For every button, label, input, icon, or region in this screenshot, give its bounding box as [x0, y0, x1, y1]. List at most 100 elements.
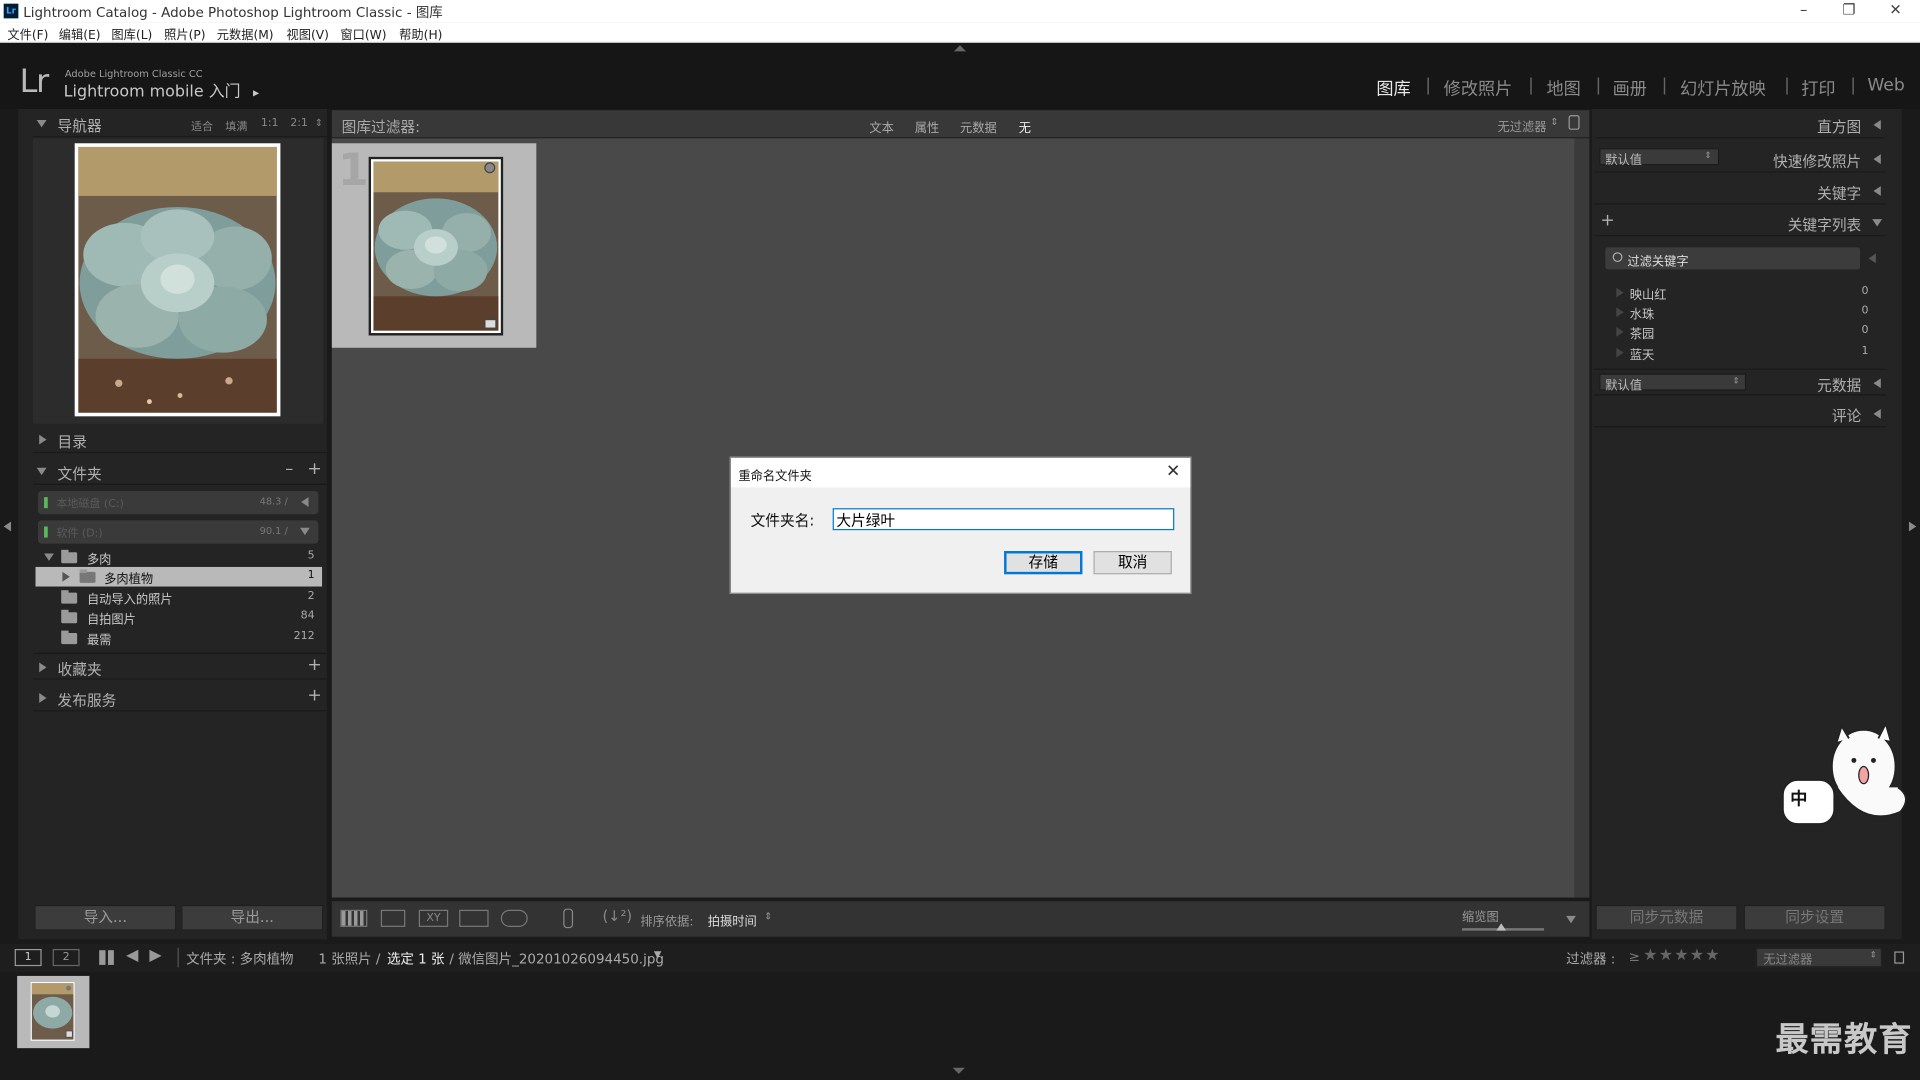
filmstrip-filter-select[interactable]: 无过滤器 [1755, 947, 1883, 968]
folders-header[interactable]: 文件夹 – + [33, 458, 327, 485]
catalog-header[interactable]: 目录 [33, 426, 327, 454]
menu-library[interactable]: 图库(L) [111, 24, 152, 42]
menu-help[interactable]: 帮助(H) [399, 24, 442, 42]
module-slideshow[interactable]: 幻灯片放映 [1680, 76, 1766, 100]
import-button[interactable]: 导入... [34, 904, 177, 931]
thumbnail-size-slider-handle[interactable] [1496, 923, 1507, 931]
publish-header[interactable]: 发布服务 + [33, 684, 327, 712]
metadata-preset-select[interactable]: 默认值 [1599, 373, 1747, 393]
keyword-row[interactable]: 映山红 0 [1604, 283, 1876, 302]
nav-opt-fit[interactable]: 适合 [191, 118, 213, 133]
filter-preset-select[interactable]: 无过滤器 [1498, 116, 1547, 134]
folder-row-selfie[interactable]: 自拍图片 84 [36, 607, 323, 627]
keyword-list-header[interactable]: + 关键字列表 [1594, 209, 1886, 237]
dialog-close-button[interactable]: ✕ [1166, 462, 1180, 482]
add-folder-button[interactable]: + [307, 459, 321, 479]
nav-opt-fill[interactable]: 填满 [225, 118, 247, 133]
keywording-header[interactable]: 关键字 [1594, 178, 1886, 205]
keyword-row[interactable]: 蓝天 1 [1604, 343, 1876, 362]
survey-view-icon[interactable] [459, 909, 489, 927]
filter-lock-icon[interactable] [1894, 951, 1905, 964]
module-map[interactable]: 地图 [1547, 76, 1581, 100]
minimize-button[interactable]: – [1782, 1, 1826, 18]
folder-row-duorou-zhiwu[interactable]: 多肉植物 1 [35, 566, 323, 587]
module-book[interactable]: 画册 [1613, 76, 1647, 100]
sort-value-select[interactable]: 拍摄时间 [708, 911, 757, 929]
top-panel-toggle-icon[interactable] [953, 45, 967, 52]
filter-none-tab[interactable]: 无 [1019, 118, 1031, 135]
forward-arrow-icon[interactable]: ▶ [149, 947, 161, 965]
volume-toggle-icon[interactable] [300, 527, 310, 536]
sync-settings-button[interactable]: 同步设置 [1743, 904, 1886, 931]
close-window-button[interactable]: ✕ [1873, 1, 1917, 18]
add-collection-button[interactable]: + [307, 655, 321, 675]
menu-photo[interactable]: 照片(P) [164, 24, 205, 42]
module-web[interactable]: Web [1867, 76, 1904, 96]
restore-button[interactable]: ❐ [1827, 1, 1871, 18]
grid-view-icon[interactable] [340, 909, 368, 927]
right-panel-toggle-icon[interactable] [1908, 519, 1917, 535]
collections-header[interactable]: 收藏夹 + [33, 652, 327, 680]
compare-view-icon[interactable]: XY [418, 909, 449, 927]
mobile-getting-started-link[interactable]: Lightroom mobile 入门 ▸ [64, 78, 259, 101]
source-path[interactable]: 文件夹 : 多肉植物 [186, 949, 293, 969]
quick-develop-header[interactable]: 默认值 ⇕ 快速修改照片 [1594, 146, 1886, 173]
filter-lock-icon[interactable] [1568, 115, 1580, 130]
add-keyword-button[interactable]: + [1600, 211, 1614, 231]
menu-window[interactable]: 窗口(W) [340, 24, 386, 42]
keyword-filter-clear-icon[interactable] [1868, 253, 1876, 264]
nav-opt-2to1[interactable]: 2:1 [290, 118, 308, 130]
folder-row-duorou[interactable]: 多肉 5 [36, 547, 323, 567]
screen-1-button[interactable]: 1 [14, 948, 42, 967]
filter-attribute-tab[interactable]: 属性 [915, 118, 939, 135]
folder-name-input[interactable] [832, 508, 1175, 531]
painter-spray-icon[interactable] [563, 908, 574, 929]
remove-folder-button[interactable]: – [285, 460, 293, 478]
save-button[interactable]: 存储 [1004, 551, 1083, 575]
screen-2-button[interactable]: 2 [52, 948, 80, 967]
module-develop[interactable]: 修改照片 [1444, 76, 1513, 100]
module-print[interactable]: 打印 [1801, 76, 1835, 100]
rating-comparator[interactable]: ≥ [1629, 949, 1640, 965]
navigator-header[interactable]: 导航器 适合 填满 1:1 2:1 ⇕ [33, 110, 327, 138]
navigator-preview[interactable] [33, 138, 324, 424]
grid-shortcut-icon[interactable] [99, 950, 114, 965]
add-publish-service-button[interactable]: + [307, 686, 321, 706]
filmstrip-thumbnail[interactable] [17, 975, 90, 1049]
saved-preset-select[interactable]: 默认值 [1599, 148, 1720, 168]
grid-cell-selected[interactable]: 1 [331, 143, 537, 348]
toolbar-menu-icon[interactable] [1566, 915, 1576, 924]
keyword-row[interactable]: 茶园 0 [1604, 322, 1876, 342]
filter-metadata-tab[interactable]: 元数据 [960, 118, 997, 135]
keyword-row[interactable]: 水珠 0 [1604, 302, 1876, 322]
export-button[interactable]: 导出... [181, 904, 324, 931]
rating-stars[interactable]: ★★★★★ [1643, 947, 1720, 965]
volume-toggle-icon[interactable] [301, 497, 309, 507]
menu-view[interactable]: 视图(V) [287, 24, 329, 42]
keyword-filter-input[interactable]: 过滤关键字 [1605, 247, 1861, 270]
people-view-icon[interactable] [500, 909, 528, 927]
filter-text-tab[interactable]: 文本 [869, 118, 893, 135]
bottom-panel-toggle-icon[interactable] [952, 1067, 965, 1074]
volume-d[interactable]: 软件 (D:) 90.1 / [37, 520, 319, 544]
folder-row-auto-import[interactable]: 自动导入的照片 2 [36, 588, 323, 607]
comments-header[interactable]: 评论 [1594, 400, 1886, 428]
module-library[interactable]: 图库 [1376, 76, 1410, 100]
sort-direction-icon[interactable]: (↓²) [602, 907, 632, 924]
folder-row-zuixu[interactable]: 最需 212 [36, 628, 323, 648]
menu-file[interactable]: 文件(F) [7, 24, 48, 42]
grid-scrollbar[interactable] [1574, 138, 1590, 898]
zoom-updown-icon[interactable]: ⇕ [315, 118, 323, 129]
volume-c[interactable]: 本地磁盘 (C:) 48.3 / [37, 491, 319, 515]
metadata-header[interactable]: 默认值 ⇕ 元数据 [1594, 368, 1886, 396]
histogram-header[interactable]: 直方图 [1594, 111, 1886, 139]
nav-opt-1to1[interactable]: 1:1 [261, 118, 279, 130]
back-arrow-icon[interactable]: ◀ [126, 947, 138, 965]
sync-metadata-button[interactable]: 同步元数据 [1595, 904, 1738, 931]
left-panel-toggle-icon[interactable] [3, 519, 12, 535]
menu-metadata[interactable]: 元数据(M) [217, 24, 274, 42]
cancel-button[interactable]: 取消 [1093, 551, 1172, 575]
filename-dropdown-icon[interactable]: ▼ [654, 949, 662, 960]
menu-edit[interactable]: 编辑(E) [59, 24, 101, 42]
loupe-view-icon[interactable] [380, 909, 406, 927]
